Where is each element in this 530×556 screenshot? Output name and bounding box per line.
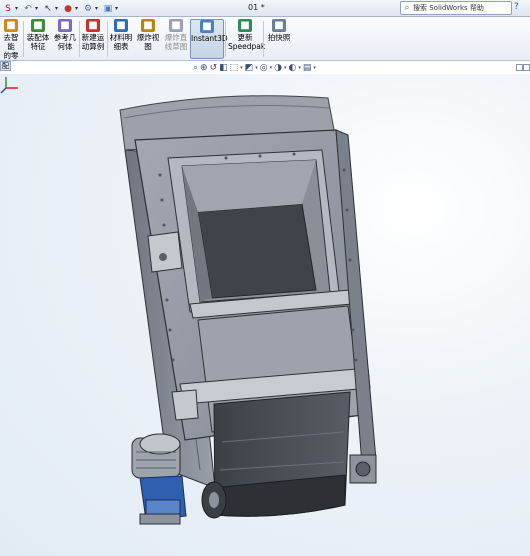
update-speedpak-label-line2: Speedpak [228,42,266,51]
reference-geometry-icon: ■ [58,19,72,32]
assembly-feature-icon: ■ [31,19,45,32]
exploded-view-icon: ■ [141,19,155,32]
dropdown-arrow-icon[interactable]: ▾ [270,63,273,74]
bom-label-line2: 细表 [113,42,129,51]
options-icon[interactable]: ⚙ [82,3,94,15]
axis-triad [0,77,18,94]
lower-left-bracket [171,389,199,421]
select-pointer-icon[interactable]: ↖ [42,3,54,15]
hide-show-icon[interactable]: ◎ [260,63,268,74]
ribbon-separator [263,21,264,57]
reference-geometry-label-line1: 参考几 [53,33,77,42]
section-view-icon[interactable]: ◧ [219,63,228,74]
quick-access-toolbar: S ▾ ↶ ▾ ↖ ▾ ● ▾ ⚙ ▾ ▣ ▾ [2,2,121,15]
explode-line-sketch-icon: ■ [169,19,183,32]
solidworks-logo-icon[interactable]: S [2,3,14,15]
command-manager-ribbon: ■去智能的零部件■装配体特征■参考几何体■新建运动算例■材料明细表■爆炸视图■爆… [0,17,530,69]
search-icon: ⌕ [404,3,410,13]
make-smart-button[interactable]: ■去智能的零部件 [0,19,22,69]
bom-label-line1: 材料明 [109,33,133,42]
dropdown-arrow-icon[interactable]: ▾ [298,63,301,74]
dropdown-arrow-icon[interactable]: ▾ [55,5,61,12]
take-snapshot-label-line1: 拍快照 [267,33,291,42]
dropdown-arrow-icon[interactable]: ▾ [95,5,101,12]
apply-scene-icon[interactable]: ◐ [288,63,296,74]
new-motion-study-icon: ■ [86,19,100,32]
reference-geometry-button[interactable]: ■ 参考几 何体 [52,19,78,59]
assembly-feature-button[interactable]: ■ 装配体 特征 [26,19,50,59]
help-search-box[interactable]: ⌕ 搜索 SolidWorks 帮助 [400,1,512,15]
explode-line-sketch-label-line1: 爆炸直 [164,33,188,42]
edit-appearance-icon[interactable]: ◑ [274,63,282,74]
exploded-view-label-line2: 图 [144,42,152,51]
instant3d-icon: ■ [200,20,214,33]
update-speedpak-button[interactable]: ■ 更新 Speedpak [228,19,266,59]
conveyor-assembly-model[interactable] [0,74,530,556]
dropdown-arrow-icon[interactable]: ▾ [115,5,121,12]
make-smart-label-line2: 的零 [3,51,19,60]
traffic-light-icon[interactable]: ● [62,3,74,15]
new-motion-study-button[interactable]: ■ 新建运 动算例 [80,19,106,59]
help-icon[interactable]: ? [514,2,519,12]
dropdown-arrow-icon[interactable]: ▾ [284,63,287,74]
reference-geometry-label-line2: 何体 [57,42,73,51]
feature-manager-tab[interactable]: 配 [0,61,11,71]
update-speedpak-icon: ■ [238,19,252,32]
graphics-viewport[interactable] [0,74,530,556]
ribbon-separator [225,21,226,57]
dropdown-arrow-icon[interactable]: ▾ [15,5,21,12]
left-bracket [147,231,183,273]
help-search-placeholder: 搜索 SolidWorks 帮助 [413,4,484,12]
instant3d-button[interactable]: ■ Instant3D [190,19,228,59]
hopper-inner-dark [197,203,317,299]
drive-wheel-left-hub [209,492,219,508]
gearbox-base [139,513,181,525]
restore-viewport-button[interactable] [516,64,523,71]
previous-view-icon[interactable]: ↺ [210,63,218,74]
ribbon-separator [23,21,24,57]
assembly-feature-label-line2: 特征 [30,42,46,51]
display-icon[interactable]: ▣ [102,3,114,15]
document-title: 01 * [248,3,265,12]
dropdown-arrow-icon[interactable]: ▾ [75,5,81,12]
instant3d-label-line1: Instant3D [191,34,228,43]
dropdown-arrow-icon[interactable]: ▾ [35,5,41,12]
take-snapshot-button[interactable]: ■ 拍快照 [266,19,292,59]
exploded-view-button[interactable]: ■ 爆炸视图 [135,19,161,59]
new-motion-study-label-line1: 新建运 [81,33,105,42]
explode-line-sketch-label-line2: 线草图 [164,42,188,51]
hopper-slope-top [182,160,316,212]
motor-end-cap [139,433,181,455]
undo-icon[interactable]: ↶ [22,3,34,15]
right-bearing-hub [355,461,371,477]
feature-tab-strip: 配 ⌕ ⊕ ↺ ◧ ⬚ ▾ ◩ ▾ ◎ ▾ ◑ ▾ ◐ ▾ ▤ ▾ [0,61,530,74]
take-snapshot-icon: ■ [272,19,286,32]
display-style-icon[interactable]: ◩ [245,63,254,74]
make-smart-icon: ■ [4,19,18,32]
zoom-to-area-icon[interactable]: ⊕ [200,63,208,74]
gearbox-flange [145,499,181,515]
assembly-feature-label-line1: 装配体 [26,33,50,42]
bom-icon: ■ [114,19,128,32]
dropdown-arrow-icon[interactable]: ▾ [313,63,316,74]
update-speedpak-label-line1: 更新 [237,33,253,42]
title-bar: S ▾ ↶ ▾ ↖ ▾ ● ▾ ⚙ ▾ ▣ ▾ 01 * ⌕ 搜索 SolidWorks 帮助 ? [0,0,530,17]
dropdown-arrow-icon[interactable]: ▾ [255,63,258,74]
zoom-to-fit-icon[interactable]: ⌕ [193,63,198,74]
bracket-bolt [159,253,167,261]
make-smart-label-line1: 去智能 [3,33,19,51]
dropdown-arrow-icon[interactable]: ▾ [240,63,243,74]
heads-up-view-toolbar: ⌕ ⊕ ↺ ◧ ⬚ ▾ ◩ ▾ ◎ ▾ ◑ ▾ ◐ ▾ ▤ ▾ [193,62,316,74]
exploded-view-label-line1: 爆炸视 [136,33,160,42]
new-motion-study-label-line2: 动算例 [81,42,105,51]
view-settings-icon[interactable]: ▤ [303,63,312,74]
bom-button[interactable]: ■ 材料明 细表 [108,19,134,59]
explode-line-sketch-button[interactable]: ■ 爆炸直 线草图 [163,19,189,59]
close-viewport-button[interactable] [523,64,530,71]
view-orientation-icon[interactable]: ⬚ [230,63,239,74]
